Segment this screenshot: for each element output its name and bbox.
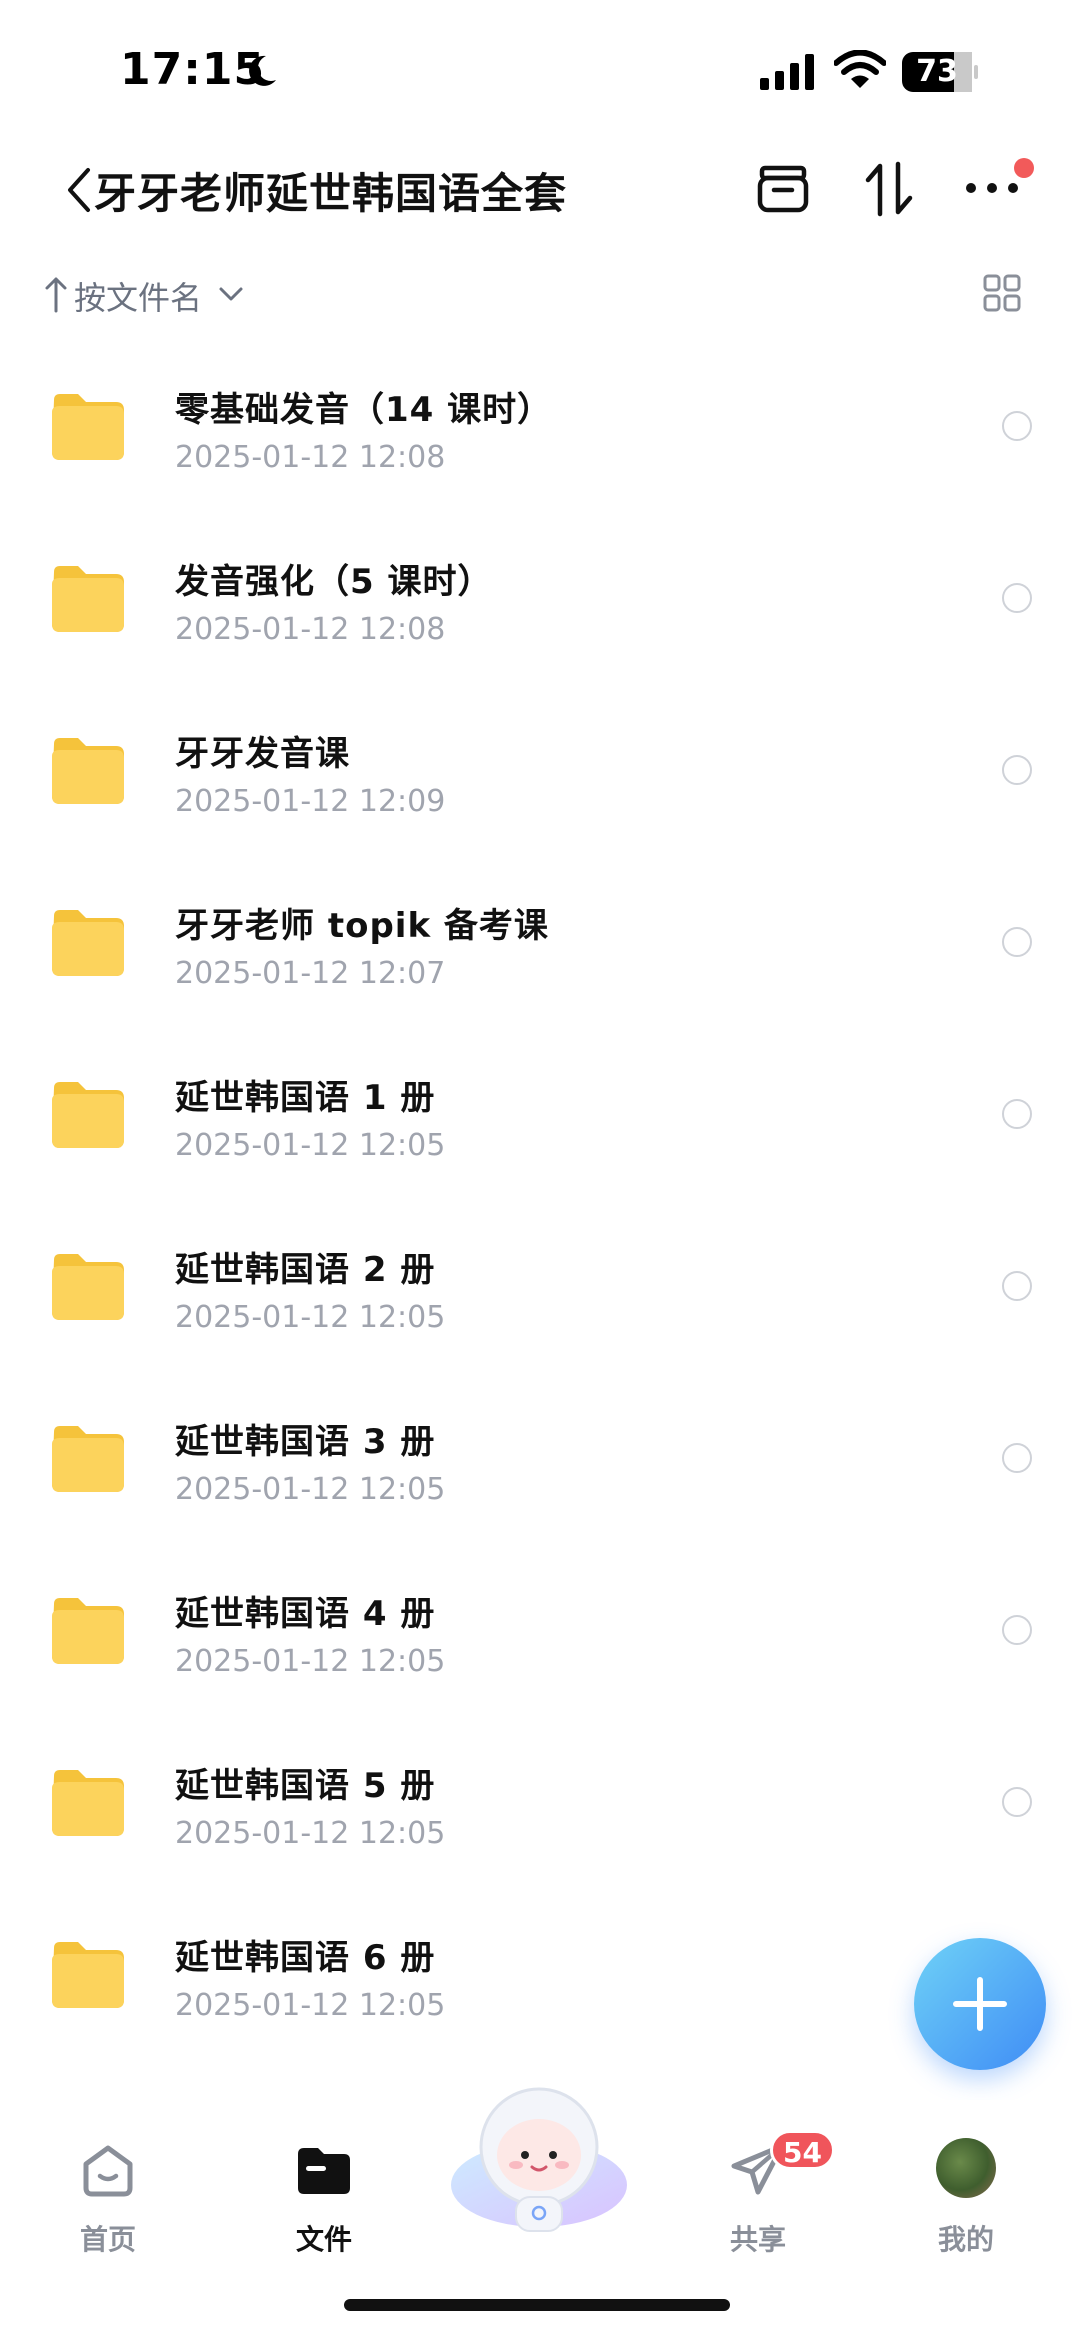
back-chevron-icon[interactable] [64, 166, 94, 214]
list-item[interactable]: 零基础发音（14 课时） 2025-01-12 12:08 [0, 340, 1080, 512]
item-name: 零基础发音（14 课时） [175, 390, 553, 430]
select-checkbox[interactable] [1002, 755, 1032, 785]
file-browser-screen: 17:15 73 牙牙老师延世韩国语全套 按文件名 零基础发音（14 课时） 2… [0, 0, 1080, 2341]
sort-arrows-icon[interactable] [864, 160, 914, 218]
battery-level: 73 [916, 54, 958, 89]
tab-share-label: 共享 [729, 2223, 786, 2256]
item-name: 发音强化（5 课时） [175, 562, 493, 602]
folder-icon [52, 1598, 124, 1664]
select-checkbox[interactable] [1002, 1787, 1032, 1817]
archive-box-icon[interactable] [756, 162, 810, 214]
file-list: 零基础发音（14 课时） 2025-01-12 12:08 发音强化（5 课时）… [0, 340, 1080, 2060]
moon-icon [249, 55, 276, 86]
folder-icon [52, 1082, 124, 1148]
item-name: 延世韩国语 2 册 [175, 1250, 436, 1290]
folder-icon [52, 910, 124, 976]
item-name: 延世韩国语 3 册 [175, 1422, 436, 1462]
select-checkbox[interactable] [1002, 583, 1032, 613]
item-date: 2025-01-12 12:05 [175, 1644, 446, 1679]
item-date: 2025-01-12 12:05 [175, 1816, 446, 1851]
add-button[interactable] [914, 1938, 1046, 2070]
select-checkbox[interactable] [1002, 927, 1032, 957]
cellular-signal-icon [760, 54, 814, 90]
item-date: 2025-01-12 12:05 [175, 1300, 446, 1335]
item-date: 2025-01-12 12:05 [175, 1128, 446, 1163]
folder-icon [52, 1770, 124, 1836]
mascot-assistant-icon[interactable] [446, 2085, 632, 2235]
tab-files-label: 文件 [295, 2223, 352, 2256]
tab-home[interactable]: 首页 [28, 2100, 188, 2260]
list-item[interactable]: 延世韩国语 4 册 2025-01-12 12:05 [0, 1544, 1080, 1716]
select-checkbox[interactable] [1002, 1443, 1032, 1473]
sort-label[interactable]: 按文件名 [74, 273, 202, 319]
list-item[interactable]: 延世韩国语 1 册 2025-01-12 12:05 [0, 1028, 1080, 1200]
folder-icon [52, 1254, 124, 1320]
page-title: 牙牙老师延世韩国语全套 [94, 169, 568, 218]
select-checkbox[interactable] [1002, 411, 1032, 441]
list-item[interactable]: 延世韩国语 3 册 2025-01-12 12:05 [0, 1372, 1080, 1544]
select-checkbox[interactable] [1002, 1271, 1032, 1301]
plus-icon [953, 1977, 1007, 2031]
item-date: 2025-01-12 12:05 [175, 1988, 446, 2023]
item-name: 延世韩国语 5 册 [175, 1766, 436, 1806]
list-item[interactable]: 牙牙发音课 2025-01-12 12:09 [0, 684, 1080, 856]
folder-icon [298, 2148, 350, 2194]
item-date: 2025-01-12 12:07 [175, 956, 446, 991]
tab-mine-label: 我的 [937, 2223, 994, 2256]
select-checkbox[interactable] [1002, 1615, 1032, 1645]
item-name: 牙牙发音课 [175, 734, 350, 774]
folder-icon [52, 566, 124, 632]
list-item[interactable]: 发音强化（5 课时） 2025-01-12 12:08 [0, 512, 1080, 684]
nav-header: 牙牙老师延世韩国语全套 [0, 140, 1080, 240]
more-options-icon[interactable] [964, 180, 1020, 196]
folder-icon [52, 394, 124, 460]
wifi-icon [834, 50, 886, 88]
select-checkbox[interactable] [1002, 1099, 1032, 1129]
list-item[interactable]: 延世韩国语 2 册 2025-01-12 12:05 [0, 1200, 1080, 1372]
tab-home-label: 首页 [79, 2223, 136, 2256]
item-name: 牙牙老师 topik 备考课 [175, 906, 549, 946]
grid-view-icon[interactable] [982, 273, 1022, 313]
list-item[interactable]: 延世韩国语 5 册 2025-01-12 12:05 [0, 1716, 1080, 1888]
status-bar: 17:15 73 [0, 0, 1080, 130]
list-item[interactable]: 牙牙老师 topik 备考课 2025-01-12 12:07 [0, 856, 1080, 1028]
home-indicator [344, 2299, 730, 2311]
item-date: 2025-01-12 12:09 [175, 784, 446, 819]
folder-icon [52, 1426, 124, 1492]
share-count-badge: 54 [770, 2130, 835, 2170]
item-name: 延世韩国语 1 册 [175, 1078, 436, 1118]
chevron-down-icon[interactable] [218, 285, 244, 303]
home-icon [83, 2145, 133, 2197]
folder-icon [52, 1942, 124, 2008]
tab-share[interactable]: 共享 [678, 2100, 838, 2260]
item-name: 延世韩国语 4 册 [175, 1594, 436, 1634]
sort-ascending-arrow-icon [45, 277, 67, 313]
item-date: 2025-01-12 12:08 [175, 612, 446, 647]
folder-icon [52, 738, 124, 804]
notification-dot [1014, 158, 1034, 178]
sort-row[interactable]: 按文件名 [0, 265, 1080, 325]
tab-files[interactable]: 文件 [244, 2100, 404, 2260]
item-date: 2025-01-12 12:05 [175, 1472, 446, 1507]
item-date: 2025-01-12 12:08 [175, 440, 446, 475]
avatar[interactable] [936, 2138, 996, 2198]
item-name: 延世韩国语 6 册 [175, 1938, 436, 1978]
list-item[interactable]: 延世韩国语 6 册 2025-01-12 12:05 [0, 1888, 1080, 2060]
